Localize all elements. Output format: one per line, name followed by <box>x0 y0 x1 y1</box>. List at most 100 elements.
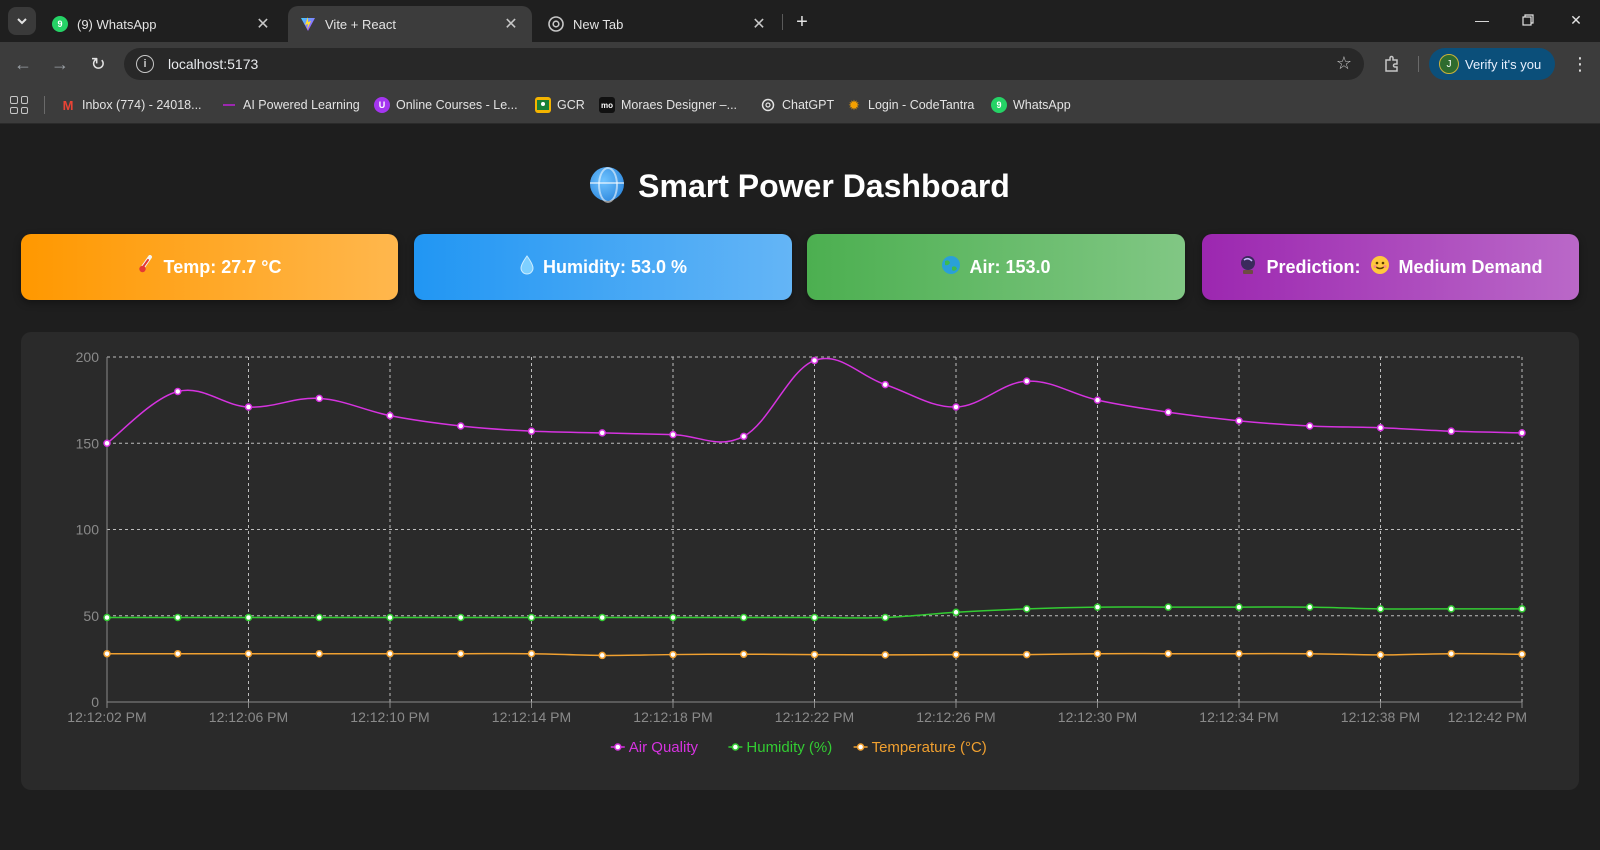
forward-button[interactable]: → <box>46 50 74 78</box>
x-tick-label: 12:12:10 PM <box>350 709 429 725</box>
page-title-text: Smart Power Dashboard <box>638 168 1010 204</box>
moraes-icon: mo <box>599 97 615 113</box>
url-text[interactable]: localhost:5173 <box>168 56 258 72</box>
tab-new-tab[interactable]: New Tab ✕ <box>536 6 780 42</box>
address-bar[interactable]: i localhost:5173 ☆ <box>124 48 1364 80</box>
temperature-c-point <box>315 649 323 658</box>
close-icon[interactable]: ✕ <box>750 15 768 33</box>
udemy-icon: U <box>374 97 390 113</box>
reload-icon: ↻ <box>90 53 106 74</box>
prediction-label: Prediction: <box>1266 256 1361 277</box>
temperature-card: Temp: 27.7 °C <box>21 234 398 300</box>
temperature-c-point <box>1023 650 1031 659</box>
air-quality-point <box>527 427 536 435</box>
bookmark-label: Moraes Designer –... <box>621 98 738 112</box>
bookmark-inbox[interactable]: M Inbox (774) - 24018... <box>60 96 202 114</box>
x-tick-label: 12:12:02 PM <box>67 709 146 725</box>
humidity-point <box>457 613 465 622</box>
legend-item-air-quality[interactable]: Air Quality <box>610 739 699 756</box>
browser-menu-button[interactable]: ⋮ <box>1568 50 1592 78</box>
humidity-point <box>810 613 819 622</box>
bookmark-ai-learning[interactable]: AI Powered Learning <box>221 96 360 114</box>
legend-item-humidity[interactable]: Humidity (%) <box>728 739 832 756</box>
humidity-point <box>881 613 889 622</box>
tab-whatsapp[interactable]: 9 (9) WhatsApp ✕ <box>40 6 284 42</box>
humidity-point <box>174 613 182 622</box>
air-quality-point <box>1164 408 1172 416</box>
close-window-button[interactable]: ✕ <box>1562 8 1590 32</box>
tab-vite-react[interactable]: Vite + React ✕ <box>288 6 532 42</box>
temperature-c-point <box>881 651 889 659</box>
humidity-value: Humidity: 53.0 % <box>542 256 688 277</box>
extensions-button[interactable] <box>1380 52 1404 76</box>
humidity-point <box>527 613 536 622</box>
temperature-c-point <box>386 649 394 658</box>
tab-search-button[interactable] <box>8 7 36 35</box>
chatgpt-icon <box>760 97 776 113</box>
apps-grid-icon[interactable] <box>10 96 28 114</box>
x-tick-label: 12:12:34 PM <box>1199 709 1278 725</box>
temperature-c-point <box>740 650 748 658</box>
site-info-icon[interactable]: i <box>136 55 154 73</box>
close-icon[interactable]: ✕ <box>502 15 520 33</box>
tab-strip: 9 (9) WhatsApp ✕ Vite + React ✕ New Tab … <box>0 0 1600 42</box>
restore-button[interactable] <box>1514 8 1542 32</box>
air-quality-point <box>810 356 819 365</box>
bookmark-star-icon[interactable]: ☆ <box>1336 53 1352 74</box>
page-title: Smart Power Dashboard <box>0 167 1600 205</box>
close-icon[interactable]: ✕ <box>254 15 272 33</box>
temperature-c-point <box>1093 649 1102 658</box>
arrow-right-icon: → <box>51 53 69 74</box>
temperature-value: Temp: 27.7 °C <box>163 256 282 277</box>
humidity-point <box>669 613 677 622</box>
air-quality-point <box>244 403 253 411</box>
air-quality-point <box>1518 429 1526 437</box>
x-tick-label: 12:12:22 PM <box>775 709 854 725</box>
temperature-c-point <box>669 650 677 659</box>
legend-marker <box>731 743 740 751</box>
humidity-point <box>740 613 748 622</box>
bookmark-label: GCR <box>557 98 585 112</box>
restore-icon <box>1522 14 1534 26</box>
humidity-point <box>1376 605 1385 613</box>
chevron-down-icon <box>17 18 27 25</box>
humidity-point <box>1235 603 1243 611</box>
prediction-value: Medium Demand <box>1398 256 1543 277</box>
earth-icon <box>941 255 961 280</box>
y-tick-label: 50 <box>83 608 99 624</box>
bookmark-label: Login - CodeTantra <box>868 98 975 112</box>
browser-toolbar: ← → ↻ i localhost:5173 ☆ J Verify it's y… <box>0 42 1600 86</box>
air-quality-point <box>386 411 394 420</box>
reload-button[interactable]: ↻ <box>84 50 112 78</box>
tab-title: (9) WhatsApp <box>77 16 157 32</box>
bookmark-gcr[interactable]: GCR <box>535 96 585 114</box>
x-tick-label: 12:12:14 PM <box>492 709 571 725</box>
bookmark-chatgpt[interactable]: ChatGPT <box>760 96 834 114</box>
humidity-point <box>952 608 960 617</box>
new-tab-button[interactable]: + <box>790 10 814 34</box>
verify-label: Verify it's you <box>1465 56 1542 72</box>
bookmark-whatsapp[interactable]: 9 WhatsApp <box>991 96 1071 114</box>
minimize-button[interactable]: — <box>1468 8 1496 32</box>
humidity-point <box>386 613 394 622</box>
legend-marker <box>856 743 865 751</box>
bookmark-moraes[interactable]: mo Moraes Designer –... <box>599 96 737 114</box>
bookmarks-bar: M Inbox (774) - 24018... AI Powered Lear… <box>0 86 1600 124</box>
legend-marker <box>614 743 622 751</box>
air-quality-value: Air: 153.0 <box>969 256 1051 277</box>
classroom-icon <box>535 97 551 113</box>
minimize-icon: — <box>1475 12 1489 28</box>
verify-profile-button[interactable]: J Verify it's you <box>1429 48 1555 80</box>
y-tick-label: 0 <box>91 694 99 710</box>
bookmark-codetantra[interactable]: ✹ Login - CodeTantra <box>846 96 974 114</box>
back-button[interactable]: ← <box>9 50 37 78</box>
legend-item-temperature-c[interactable]: Temperature (°C) <box>853 739 987 756</box>
y-tick-label: 150 <box>76 435 100 451</box>
dashboard-page: Smart Power Dashboard Temp: 27.7 °C Humi… <box>0 125 1600 850</box>
humidity-point <box>1164 603 1172 611</box>
bookmark-online-courses[interactable]: U Online Courses - Le... <box>374 96 518 114</box>
tab-title: Vite + React <box>325 16 396 32</box>
chrome-icon <box>548 16 564 32</box>
sensor-line-chart: 0 50 100 150 200 12:12:02 PM 12:12:06 PM 12:12:… <box>67 349 1527 756</box>
air-quality-point <box>740 432 748 441</box>
